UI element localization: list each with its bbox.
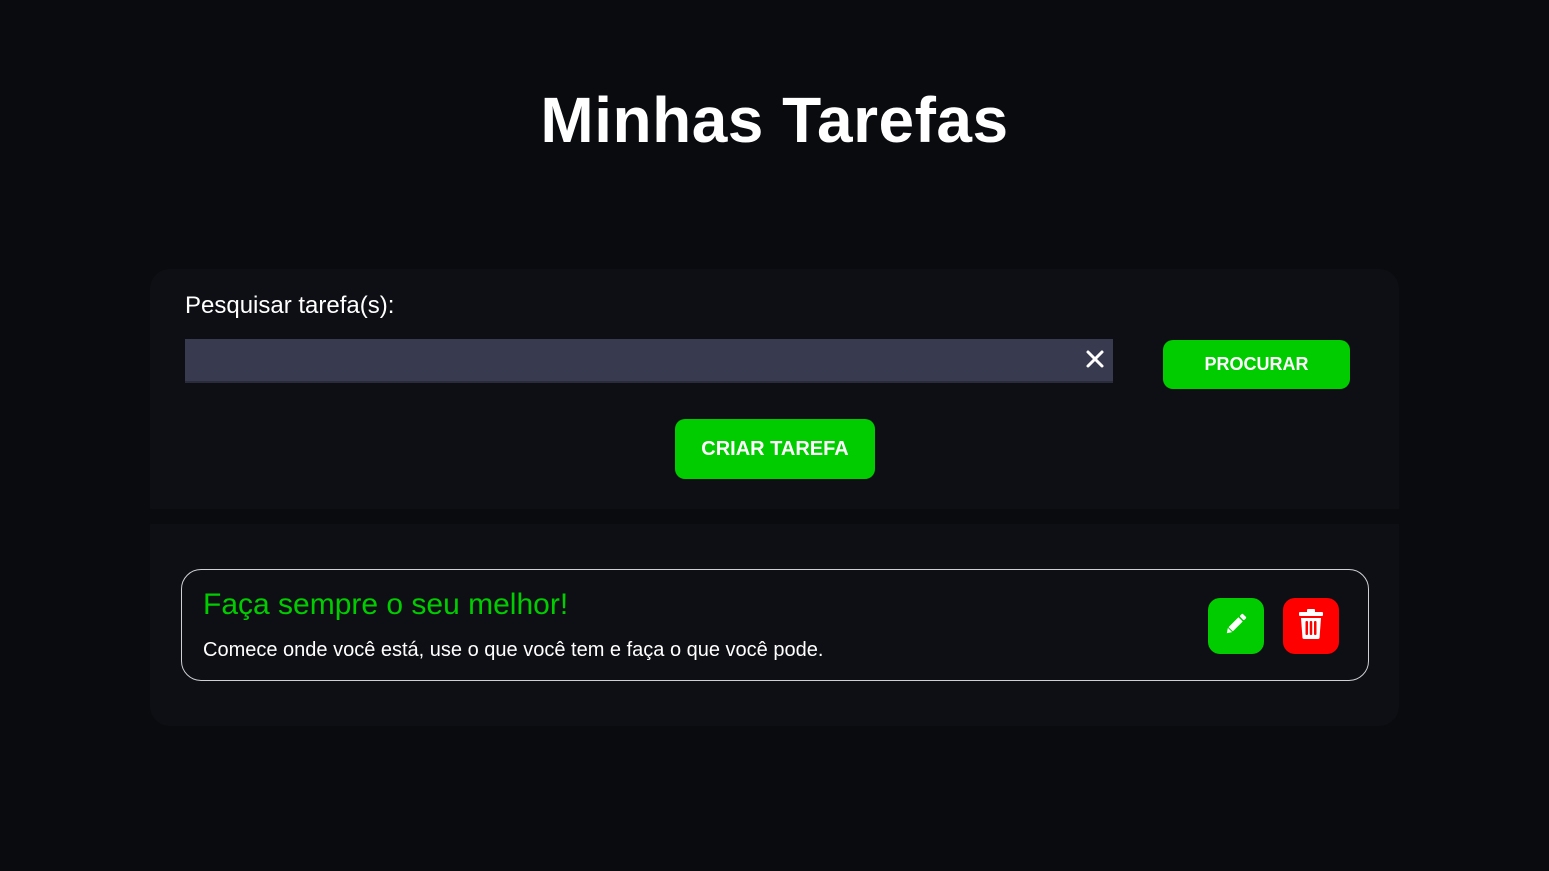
search-input[interactable] (185, 339, 1113, 381)
page-title: Minhas Tarefas (540, 84, 1009, 156)
delete-task-button[interactable] (1283, 598, 1339, 654)
search-button[interactable]: PROCURAR (1163, 340, 1350, 389)
search-panel: Pesquisar tarefa(s): PROCURAR CRIAR TARE… (150, 269, 1399, 509)
search-field (185, 339, 1113, 383)
task-list: Faça sempre o seu melhor! Comece onde vo… (150, 524, 1399, 726)
close-icon[interactable] (1085, 349, 1105, 369)
create-task-button[interactable]: CRIAR TAREFA (675, 419, 875, 479)
search-label: Pesquisar tarefa(s): (185, 292, 395, 319)
task-description: Comece onde você está, use o que você te… (203, 639, 824, 661)
page: Minhas Tarefas Pesquisar tarefa(s): PROC… (0, 0, 1549, 871)
pencil-icon (1221, 609, 1251, 644)
trash-icon (1296, 608, 1326, 645)
task-card: Faça sempre o seu melhor! Comece onde vo… (181, 569, 1369, 681)
task-title: Faça sempre o seu melhor! (203, 588, 569, 621)
edit-task-button[interactable] (1208, 598, 1264, 654)
